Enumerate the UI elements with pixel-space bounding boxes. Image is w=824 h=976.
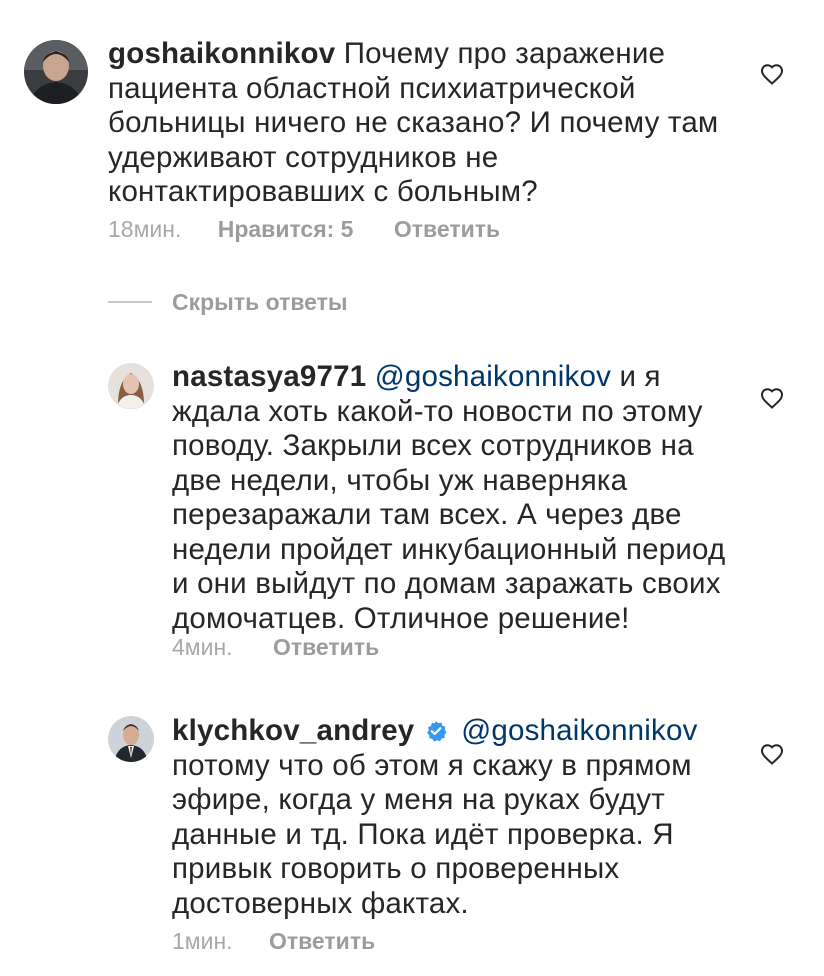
comment-body-line: Почему про заражение xyxy=(343,37,666,70)
comment-username[interactable]: goshaikonnikov xyxy=(108,37,335,70)
comment-body-line: данные и тд. Пока идёт проверка. Я xyxy=(172,817,674,851)
heart-outline-icon[interactable] xyxy=(760,63,784,85)
comment-body-line: недели пройдет инкубационный период xyxy=(172,532,726,566)
comment-mention[interactable]: @goshaikonnikov xyxy=(375,360,611,393)
comment-line: nastasya9771 @goshaikonnikov и я xyxy=(172,360,742,395)
comment-body-line: поводу. Закрыли всех сотрудников на xyxy=(172,429,694,462)
comment-time: 18мин. xyxy=(108,216,182,242)
comment-meta-3: 1мин. Ответить xyxy=(172,928,375,955)
comment-body-line: пациента областной психиатрической xyxy=(108,71,636,105)
comment-body-line: потому что об этом я скажу в прямом xyxy=(172,748,692,782)
comment-body-line: и я xyxy=(619,360,661,393)
comment-body-line: больницы ничего не сказано? И почему там xyxy=(108,106,719,139)
comment-body-line: удерживают сотрудников не xyxy=(108,140,499,174)
comment-meta-2: 4мин. Ответить xyxy=(172,634,379,661)
reply-button[interactable]: Ответить xyxy=(394,216,500,243)
comment-body-line: и они выйдут по домам заражать своих xyxy=(172,567,721,600)
avatar-goshaikonnikov[interactable] xyxy=(24,40,88,104)
comment-body-line: перезаражали там всех. А через две xyxy=(172,498,682,531)
user-avatar-photo-icon xyxy=(108,363,154,409)
comment-text-3: klychkov_andrey @goshaikonnikov потому ч… xyxy=(172,714,742,921)
comment-body-line: домочатцев. Отличное решение! xyxy=(172,601,630,635)
comment-time: 1мин. xyxy=(172,928,233,954)
avatar-klychkov_andrey[interactable] xyxy=(108,716,154,762)
comment-likes-count[interactable]: Нравится: 5 xyxy=(218,216,354,243)
comment-body-line: достоверных фактах. xyxy=(172,886,469,920)
hide-replies-button[interactable]: Скрыть ответы xyxy=(108,287,348,317)
divider-line xyxy=(108,301,152,303)
comment-line: klychkov_andrey @goshaikonnikov xyxy=(172,714,742,749)
hide-replies-label: Скрыть ответы xyxy=(172,288,348,315)
comment-body-line: эфире, когда у меня на руках будут xyxy=(172,783,665,816)
comment-meta-1: 18мин. Нравится: 5 Ответить xyxy=(108,216,500,243)
heart-outline-icon[interactable] xyxy=(760,387,784,409)
comment-body-line: две недели, чтобы уж наверняка xyxy=(172,463,628,497)
comment-text-2: nastasya9771 @goshaikonnikov и я ждала х… xyxy=(172,360,742,636)
comment-body-line: ждала хоть какой-то новости по этому xyxy=(172,394,703,428)
comment-mention[interactable]: @goshaikonnikov xyxy=(461,714,697,747)
reply-button[interactable]: Ответить xyxy=(269,928,375,955)
user-avatar-photo-icon xyxy=(24,40,88,104)
comment-text-1: goshaikonnikov Почему про заражение паци… xyxy=(108,37,748,210)
comment-time: 4мин. xyxy=(172,634,233,660)
comment-line: goshaikonnikov Почему про заражение xyxy=(108,37,748,72)
reply-button[interactable]: Ответить xyxy=(273,634,379,661)
comment-username[interactable]: nastasya9771 xyxy=(172,360,366,393)
heart-outline-icon[interactable] xyxy=(760,743,784,765)
user-avatar-photo-icon xyxy=(108,716,154,762)
comment-body-line: привык говорить о проверенных xyxy=(172,852,620,885)
avatar-nastasya9771[interactable] xyxy=(108,363,154,409)
verified-badge-icon xyxy=(426,721,447,742)
comment-username[interactable]: klychkov_andrey xyxy=(172,714,414,747)
comment-body-line: контактировавших с больным? xyxy=(108,175,538,208)
